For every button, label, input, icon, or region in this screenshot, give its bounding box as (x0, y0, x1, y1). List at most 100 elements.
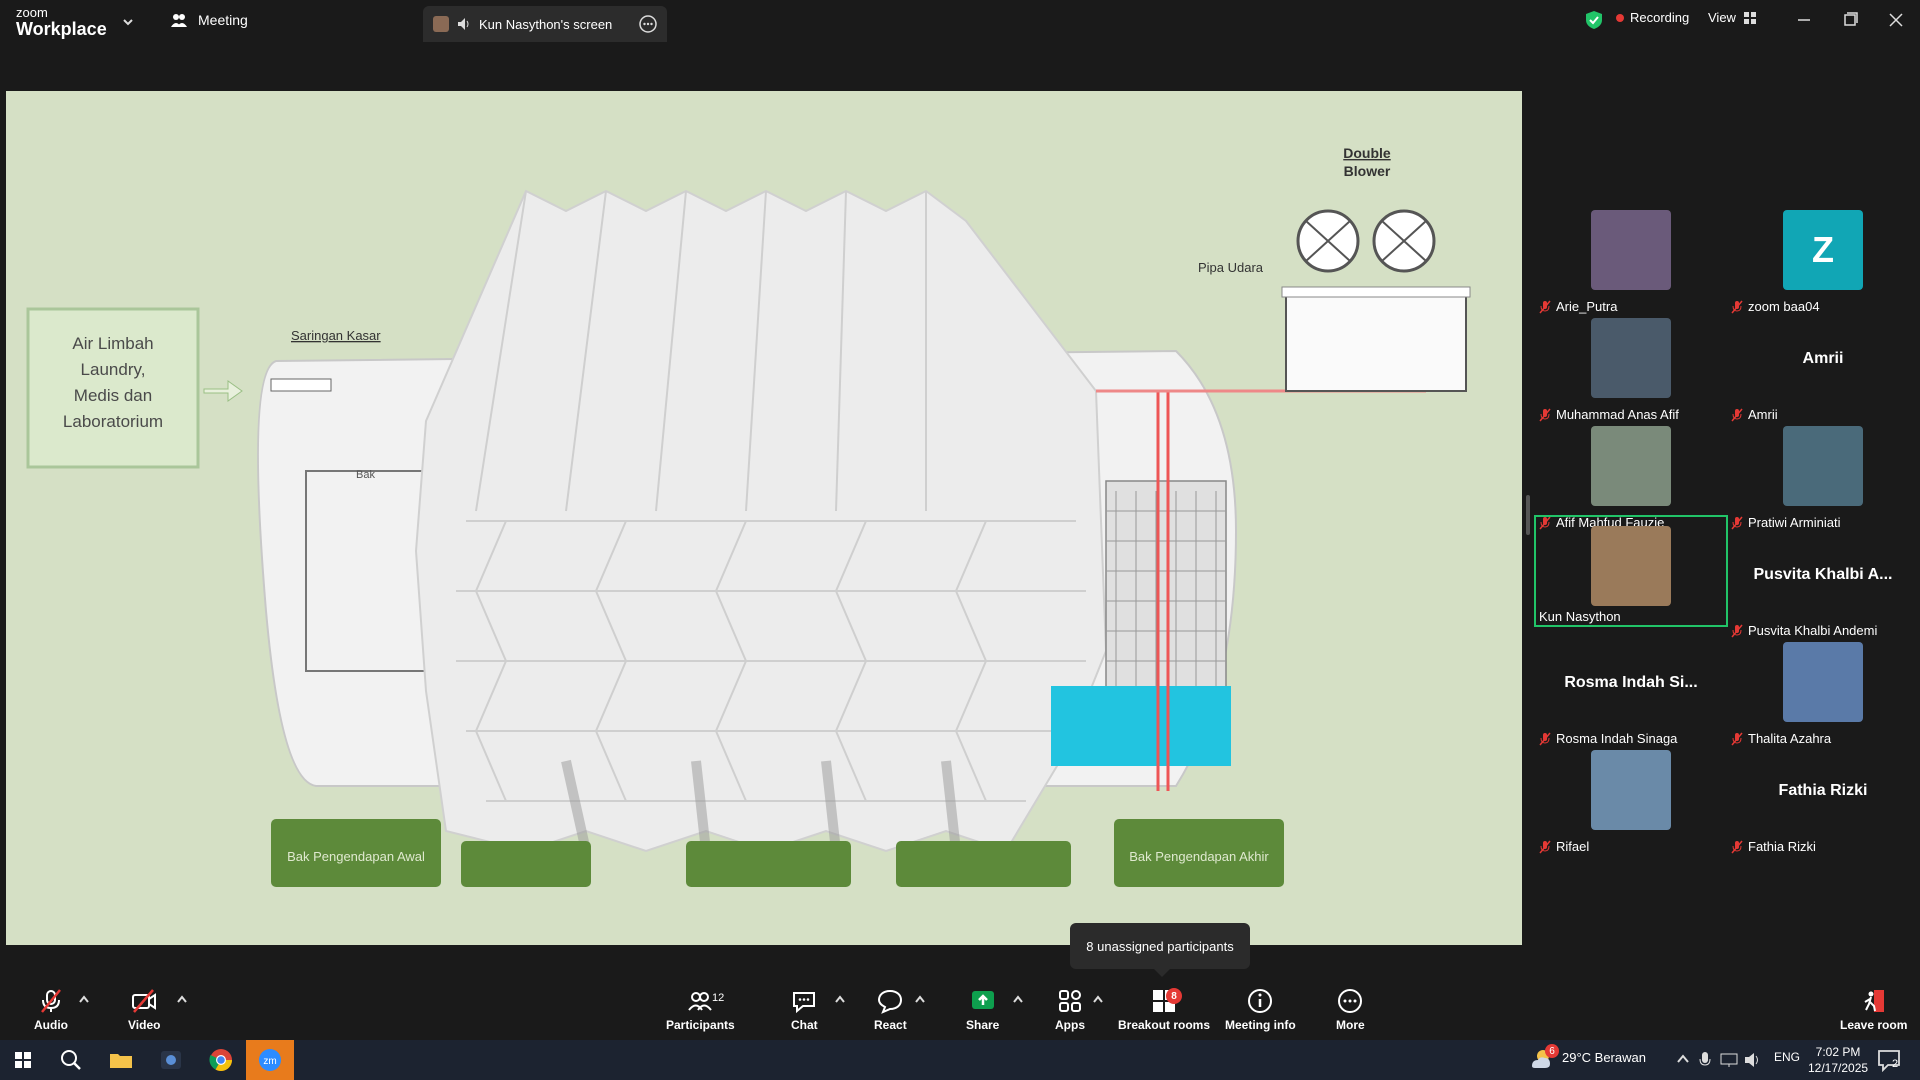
avatar-initial: Z (1783, 210, 1863, 290)
view-label: View (1708, 10, 1736, 25)
restore-icon[interactable] (1836, 8, 1864, 32)
shared-screen-tab[interactable]: Kun Nasython's screen (423, 6, 667, 42)
participant-tile[interactable]: Z zoom baa04 (1727, 208, 1919, 316)
apps-icon (1059, 990, 1081, 1012)
apps-label: Apps (1055, 1018, 1085, 1032)
shared-screen[interactable]: Air Limbah Laundry, Medis dan Laboratori… (6, 91, 1522, 945)
more-label: More (1336, 1018, 1365, 1032)
react-button[interactable]: React (874, 988, 907, 1032)
video-button[interactable]: Video (128, 988, 160, 1032)
weather-label[interactable]: 29°C Berawan (1562, 1050, 1646, 1065)
mic-muted-icon (1731, 300, 1743, 313)
avatar (1783, 426, 1863, 506)
participant-label: Fathia Rizki (1731, 839, 1816, 854)
participant-name: Pusvita Khalbi Andemi (1748, 623, 1878, 638)
chevron-up-icon[interactable] (1092, 994, 1104, 1004)
input-box-line-4: Laboratorium (63, 412, 163, 431)
network-icon[interactable] (1720, 1052, 1738, 1068)
participant-tile[interactable]: Fathia Rizki Fathia Rizki (1727, 748, 1919, 856)
system-clock[interactable]: 7:02 PM 12/17/2025 (1808, 1044, 1868, 1076)
chevron-up-icon[interactable] (1012, 994, 1024, 1004)
more-button[interactable]: More (1336, 988, 1365, 1032)
participant-tile[interactable]: Muhammad Anas Afif (1535, 316, 1727, 424)
brand-big: Workplace (16, 19, 107, 39)
view-button[interactable]: View (1708, 10, 1756, 25)
gallery-resize-handle[interactable] (1526, 495, 1530, 535)
chevron-up-icon[interactable] (78, 994, 90, 1004)
chrome-icon[interactable] (206, 1046, 236, 1074)
close-icon[interactable] (1882, 8, 1910, 32)
people-icon (171, 14, 187, 27)
participant-display-name: Pusvita Khalbi A... (1753, 566, 1893, 583)
microphone-icon[interactable] (1698, 1051, 1712, 1069)
participant-tile[interactable]: Arie_Putra (1535, 208, 1727, 316)
participant-label: Pratiwi Arminiati (1731, 515, 1840, 530)
zoom-workplace-logo: zoom Workplace (16, 6, 107, 38)
breakout-rooms-button[interactable]: Breakout rooms (1118, 988, 1210, 1032)
camera-app-icon[interactable] (156, 1046, 186, 1074)
chevron-up-icon[interactable] (1676, 1052, 1690, 1066)
apps-button[interactable]: Apps (1055, 988, 1085, 1032)
participant-name: Rifael (1556, 839, 1590, 854)
meeting-info-button[interactable]: Meeting info (1225, 988, 1296, 1032)
participants-count: 12 (712, 992, 725, 1004)
brand-small: zoom (16, 5, 48, 20)
participant-display-name: Amrii (1802, 350, 1844, 367)
avatar (1591, 526, 1671, 606)
participant-name: zoom baa04 (1748, 299, 1820, 314)
video-off-icon (132, 989, 157, 1013)
participants-icon (688, 992, 713, 1011)
participant-tile[interactable]: Rosma Indah Si... Rosma Indah Sinaga (1535, 640, 1727, 748)
participant-tile[interactable]: Amrii Amrii (1727, 316, 1919, 424)
encryption-shield-icon[interactable] (1584, 10, 1604, 30)
more-options-icon[interactable] (639, 15, 657, 33)
chevron-up-icon[interactable] (914, 994, 926, 1004)
leave-room-button[interactable]: Leave room (1840, 988, 1907, 1032)
recording-indicator[interactable]: Recording (1616, 10, 1689, 25)
participant-tile[interactable]: Rifael (1535, 748, 1727, 856)
mic-muted-icon (1539, 732, 1551, 745)
windows-start-icon[interactable] (8, 1046, 38, 1074)
chevron-down-icon[interactable] (120, 14, 136, 30)
participant-tile[interactable]: Pusvita Khalbi A... Pusvita Khalbi Andem… (1727, 532, 1919, 640)
participant-label: Rifael (1539, 839, 1589, 854)
minimize-icon[interactable] (1790, 8, 1818, 32)
label-box-3 (686, 841, 851, 887)
pipa-label: Pipa Udara (1198, 260, 1264, 275)
file-explorer-icon[interactable] (106, 1046, 136, 1074)
chat-button[interactable]: Chat (791, 988, 818, 1032)
volume-icon[interactable] (1744, 1052, 1762, 1068)
participant-tile-active-speaker[interactable]: Kun Nasython (1534, 515, 1728, 627)
more-icon (1338, 989, 1363, 1013)
speaker-icon (458, 18, 469, 30)
participant-display-name: Fathia Rizki (1778, 782, 1868, 799)
participant-label: Thalita Azahra (1731, 731, 1831, 746)
react-label: React (874, 1018, 907, 1032)
participant-tile[interactable]: Pratiwi Arminiati (1727, 424, 1919, 532)
leave-room-icon (1864, 990, 1884, 1012)
blower-rail (1281, 286, 1471, 298)
audio-button[interactable]: Audio (34, 988, 68, 1032)
mic-muted-icon (41, 989, 61, 1013)
meeting-info-label: Meeting info (1225, 1018, 1296, 1032)
participant-name: Pratiwi Arminiati (1748, 515, 1841, 530)
zoom-app-icon: zm (259, 1049, 281, 1071)
mic-muted-icon (1539, 408, 1551, 421)
meeting-menu-button[interactable]: Meeting (170, 12, 248, 28)
recording-label: Recording (1630, 10, 1690, 25)
chevron-up-icon[interactable] (834, 994, 846, 1004)
avatar (1591, 426, 1671, 506)
language-indicator[interactable]: ENG (1774, 1050, 1800, 1064)
participant-tile[interactable]: Thalita Azahra (1727, 640, 1919, 748)
mic-muted-icon (1731, 624, 1743, 637)
search-icon[interactable] (56, 1046, 86, 1074)
recording-dot-icon (1616, 13, 1624, 22)
meeting-label: Meeting (198, 12, 248, 28)
participant-display-name: Rosma Indah Si... (1564, 674, 1698, 691)
chevron-up-icon[interactable] (176, 994, 188, 1004)
participant-label: Kun Nasython (1539, 609, 1621, 624)
chat-label: Chat (791, 1018, 818, 1032)
zoom-taskbar-item[interactable]: zm (246, 1040, 294, 1080)
share-button[interactable]: Share (966, 988, 999, 1032)
participants-button[interactable]: Participants (666, 988, 735, 1032)
